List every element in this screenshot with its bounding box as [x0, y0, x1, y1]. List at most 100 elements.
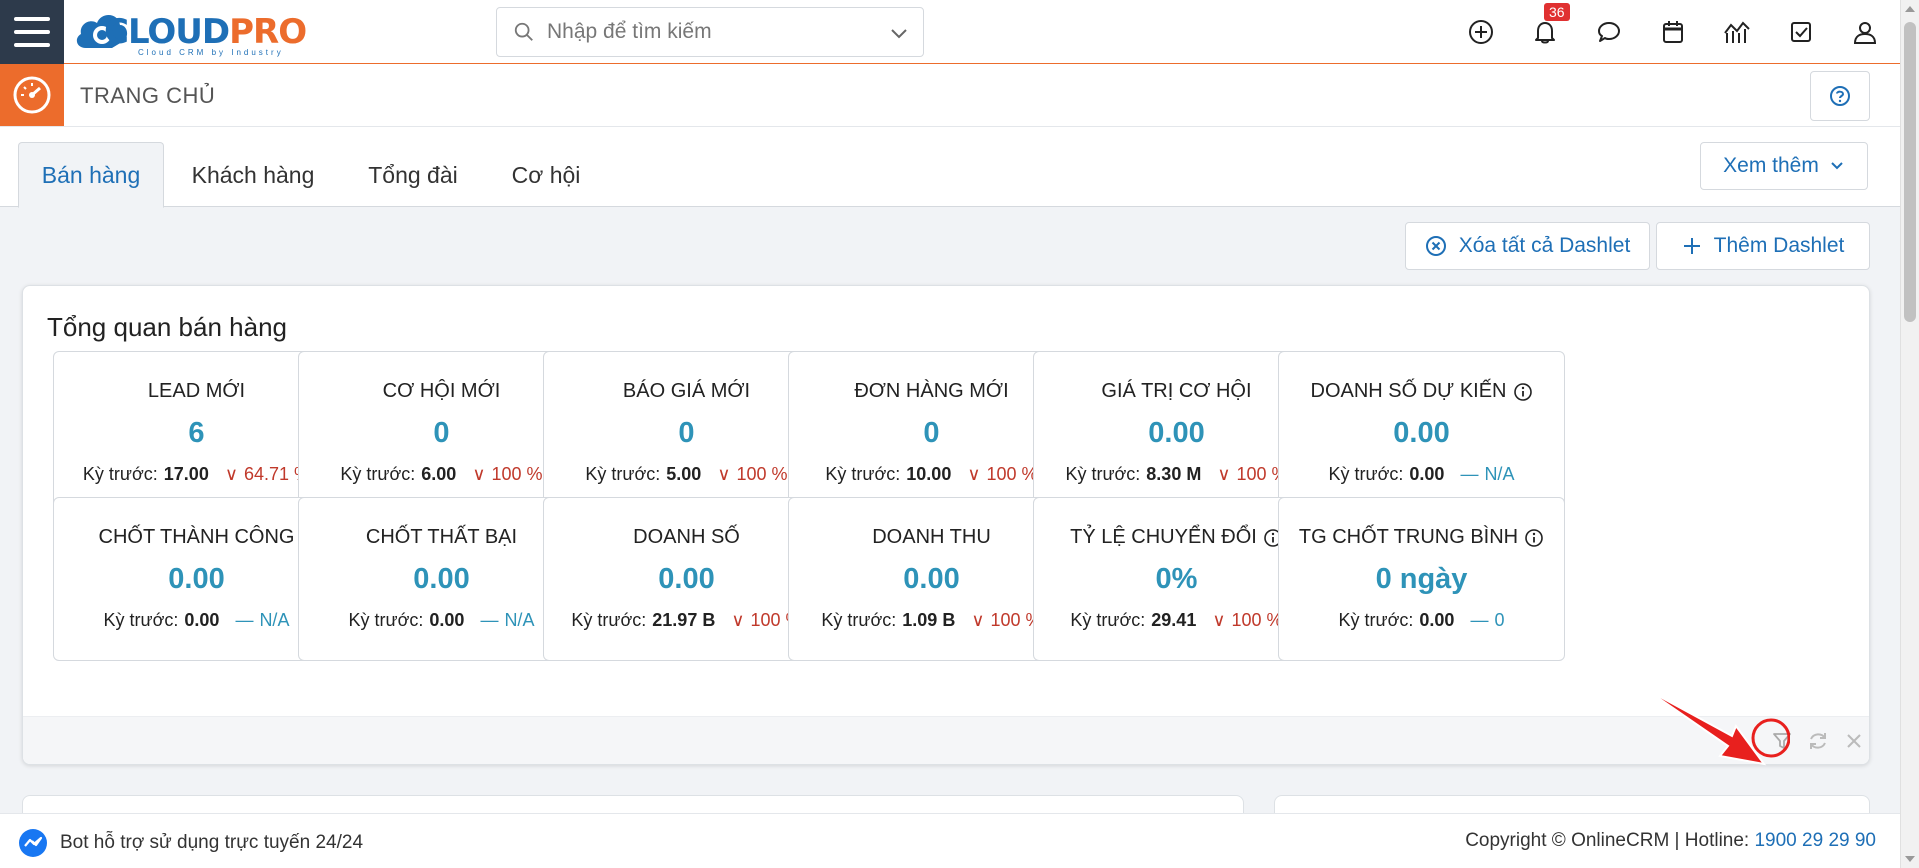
bell-icon[interactable]: 36 — [1530, 3, 1570, 47]
change-down: ∨ 100 % — [472, 464, 542, 485]
kpi-value: 0 — [433, 417, 450, 449]
chevron-down-icon[interactable] — [889, 23, 909, 43]
chat-icon[interactable] — [1594, 17, 1624, 47]
tab-khach-hang[interactable]: Khách hàng — [176, 142, 330, 208]
previous-value: 0.00 — [429, 610, 465, 630]
refresh-icon[interactable] — [1805, 728, 1831, 754]
kpi-card[interactable]: CHỐT THÀNH CÔNG 0.00 Kỳ trước: 0.00— N/A — [53, 497, 340, 661]
hotline-link[interactable]: 1900 29 29 90 — [1754, 830, 1876, 851]
kpi-value: 0% — [1155, 563, 1198, 595]
close-icon[interactable] — [1841, 728, 1867, 754]
scroll-down-arrow[interactable] — [1905, 856, 1915, 862]
previous-label: Kỳ trước: — [825, 464, 901, 484]
dash-icon: — — [1470, 610, 1489, 630]
previous-label: Kỳ trước: — [585, 464, 661, 484]
chart-icon[interactable] — [1722, 17, 1752, 47]
previous-value: 10.00 — [906, 464, 952, 484]
kpi-label-text: TG CHỐT TRUNG BÌNH — [1298, 526, 1519, 548]
clear-all-dashlets-button[interactable]: Xóa tất cả Dashlet — [1405, 222, 1650, 270]
kpi-label-text: CHỐT THẤT BẠI — [365, 526, 518, 548]
kpi-card[interactable]: CƠ HỘI MỚI 0 Kỳ trước: 6.00 ∨ 100 % — [298, 351, 585, 515]
kpi-label-text: ĐƠN HÀNG MỚI — [854, 380, 1009, 402]
checkbox-icon[interactable] — [1786, 17, 1816, 47]
kpi-value: 6 — [188, 417, 205, 449]
kpi-label-text: TỶ LỆ CHUYỂN ĐỔI — [1070, 526, 1257, 548]
kpi-card[interactable]: TỶ LỆ CHUYỂN ĐỔI 0% Kỳ trước: 29.41 ∨ 100 % — [1033, 497, 1320, 661]
kpi-previous-period: Kỳ trước: 1.09 B ∨ 100 % — [789, 610, 1074, 631]
messenger-icon — [19, 829, 47, 857]
search-box[interactable] — [496, 7, 924, 57]
kpi-label: TỶ LỆ CHUYỂN ĐỔI — [1034, 526, 1319, 549]
previous-value: 8.30 M — [1146, 464, 1202, 484]
help-button[interactable] — [1810, 71, 1870, 121]
more-dropdown-button[interactable]: Xem thêm — [1700, 142, 1868, 190]
kpi-label: DOANH THU — [789, 526, 1074, 549]
dash-icon: — — [480, 610, 499, 630]
tab-co-hoi[interactable]: Cơ hội — [496, 142, 596, 208]
change-value: 100 % — [491, 464, 543, 484]
kpi-value: 0 — [678, 417, 695, 449]
kpi-card[interactable]: DOANH SỐ 0.00 Kỳ trước: 21.97 B ∨ 100 % — [543, 497, 830, 661]
top-bar: CLOUDPRO Cloud CRM by Industry 36 — [0, 0, 1900, 64]
filter-icon[interactable] — [1769, 728, 1795, 754]
hamburger-menu-button[interactable] — [0, 0, 64, 64]
kpi-card[interactable]: BÁO GIÁ MỚI 0 Kỳ trước: 5.00 ∨ 100 % — [543, 351, 830, 515]
previous-label: Kỳ trước: — [348, 610, 424, 630]
scroll-thumb[interactable] — [1904, 22, 1916, 322]
tab-tong-dai[interactable]: Tổng đài — [352, 142, 474, 208]
dashboard-tile[interactable] — [0, 64, 64, 126]
dashboard-gauge-icon — [13, 76, 51, 114]
logo[interactable]: CLOUDPRO Cloud CRM by Industry — [70, 6, 307, 57]
dashlet-footer — [23, 716, 1869, 764]
kpi-card[interactable]: ĐƠN HÀNG MỚI 0 Kỳ trước: 10.00 ∨ 100 % — [788, 351, 1075, 515]
calendar-icon[interactable] — [1658, 17, 1688, 47]
previous-label: Kỳ trước: — [340, 464, 416, 484]
kpi-label-text: CƠ HỘI MỚI — [382, 380, 501, 402]
kpi-label-text: LEAD MỚI — [147, 380, 246, 402]
kpi-previous-period: Kỳ trước: 21.97 B ∨ 100 % — [544, 610, 829, 631]
previous-label: Kỳ trước: — [1338, 610, 1414, 630]
tab-bar: Bán hàng Khách hàng Tổng đài Cơ hội Xem … — [0, 127, 1900, 208]
copyright-area: Copyright © OnlineCRM | Hotline: 1900 29… — [1465, 830, 1876, 851]
plus-circle-icon[interactable] — [1466, 17, 1496, 47]
previous-value: 1.09 B — [902, 610, 956, 630]
kpi-card[interactable]: GIÁ TRỊ CƠ HỘI 0.00 Kỳ trước: 8.30 M ∨ 100 % — [1033, 351, 1320, 515]
info-icon[interactable] — [1524, 528, 1544, 548]
scroll-up-arrow[interactable] — [1905, 6, 1915, 12]
kpi-card[interactable]: TG CHỐT TRUNG BÌNH 0 ngày Kỳ trước: 0.00 —0 — [1278, 497, 1565, 661]
change-down: ∨ 100 % — [971, 610, 1041, 631]
kpi-label-text: BÁO GIÁ MỚI — [622, 380, 751, 402]
kpi-label-text: DOANH SỐ — [633, 526, 740, 548]
sales-overview-dashlet: Tổng quan bán hàng LEAD MỚI 6 Kỳ trước: 17.… — [22, 285, 1870, 765]
previous-value: 21.97 B — [652, 610, 716, 630]
top-icon-bar: 36 — [1466, 0, 1880, 64]
chevron-down-icon: ∨ — [967, 464, 981, 484]
change-value: N/A — [504, 610, 535, 630]
kpi-card[interactable]: CHỐT THẤT BẠI 0.00 Kỳ trước: 0.00— N/A — [298, 497, 585, 661]
change-flat: —0 — [1470, 610, 1504, 631]
more-label: Xem thêm — [1723, 154, 1819, 177]
user-icon[interactable] — [1850, 17, 1880, 47]
info-icon[interactable] — [1513, 382, 1533, 402]
kpi-value: 0.00 — [1148, 417, 1205, 449]
tab-ban-hang[interactable]: Bán hàng — [18, 142, 164, 208]
previous-label: Kỳ trước: — [1328, 464, 1404, 484]
add-dashlet-button[interactable]: Thêm Dashlet — [1656, 222, 1870, 270]
messenger-bot-link[interactable]: Bot hỗ trợ sử dụng trực tuyến 24/24 — [18, 828, 363, 858]
chevron-down-icon: ∨ — [224, 464, 239, 484]
previous-value: 0.00 — [1419, 610, 1455, 630]
page-scrollbar[interactable] — [1900, 0, 1919, 868]
logo-subtitle: Cloud CRM by Industry — [138, 48, 284, 57]
menu-line — [14, 16, 50, 21]
kpi-card[interactable]: DOANH THU 0.00 Kỳ trước: 1.09 B ∨ 100 % — [788, 497, 1075, 661]
kpi-value: 0.00 — [658, 563, 715, 595]
change-value: N/A — [259, 610, 290, 630]
search-input[interactable] — [547, 20, 877, 44]
kpi-label: ĐƠN HÀNG MỚI — [789, 380, 1074, 403]
kpi-previous-period: Kỳ trước: 5.00 ∨ 100 % — [544, 464, 829, 485]
kpi-card[interactable]: LEAD MỚI 6 Kỳ trước: 17.00 ∨ 64.71 % — [53, 351, 340, 515]
kpi-previous-period: Kỳ trước: 6.00 ∨ 100 % — [299, 464, 584, 485]
change-value: 100 % — [986, 464, 1038, 484]
dash-icon: — — [235, 610, 254, 630]
kpi-card[interactable]: DOANH SỐ DỰ KIẾN 0.00 Kỳ trước: 0.00— N/A — [1278, 351, 1565, 515]
